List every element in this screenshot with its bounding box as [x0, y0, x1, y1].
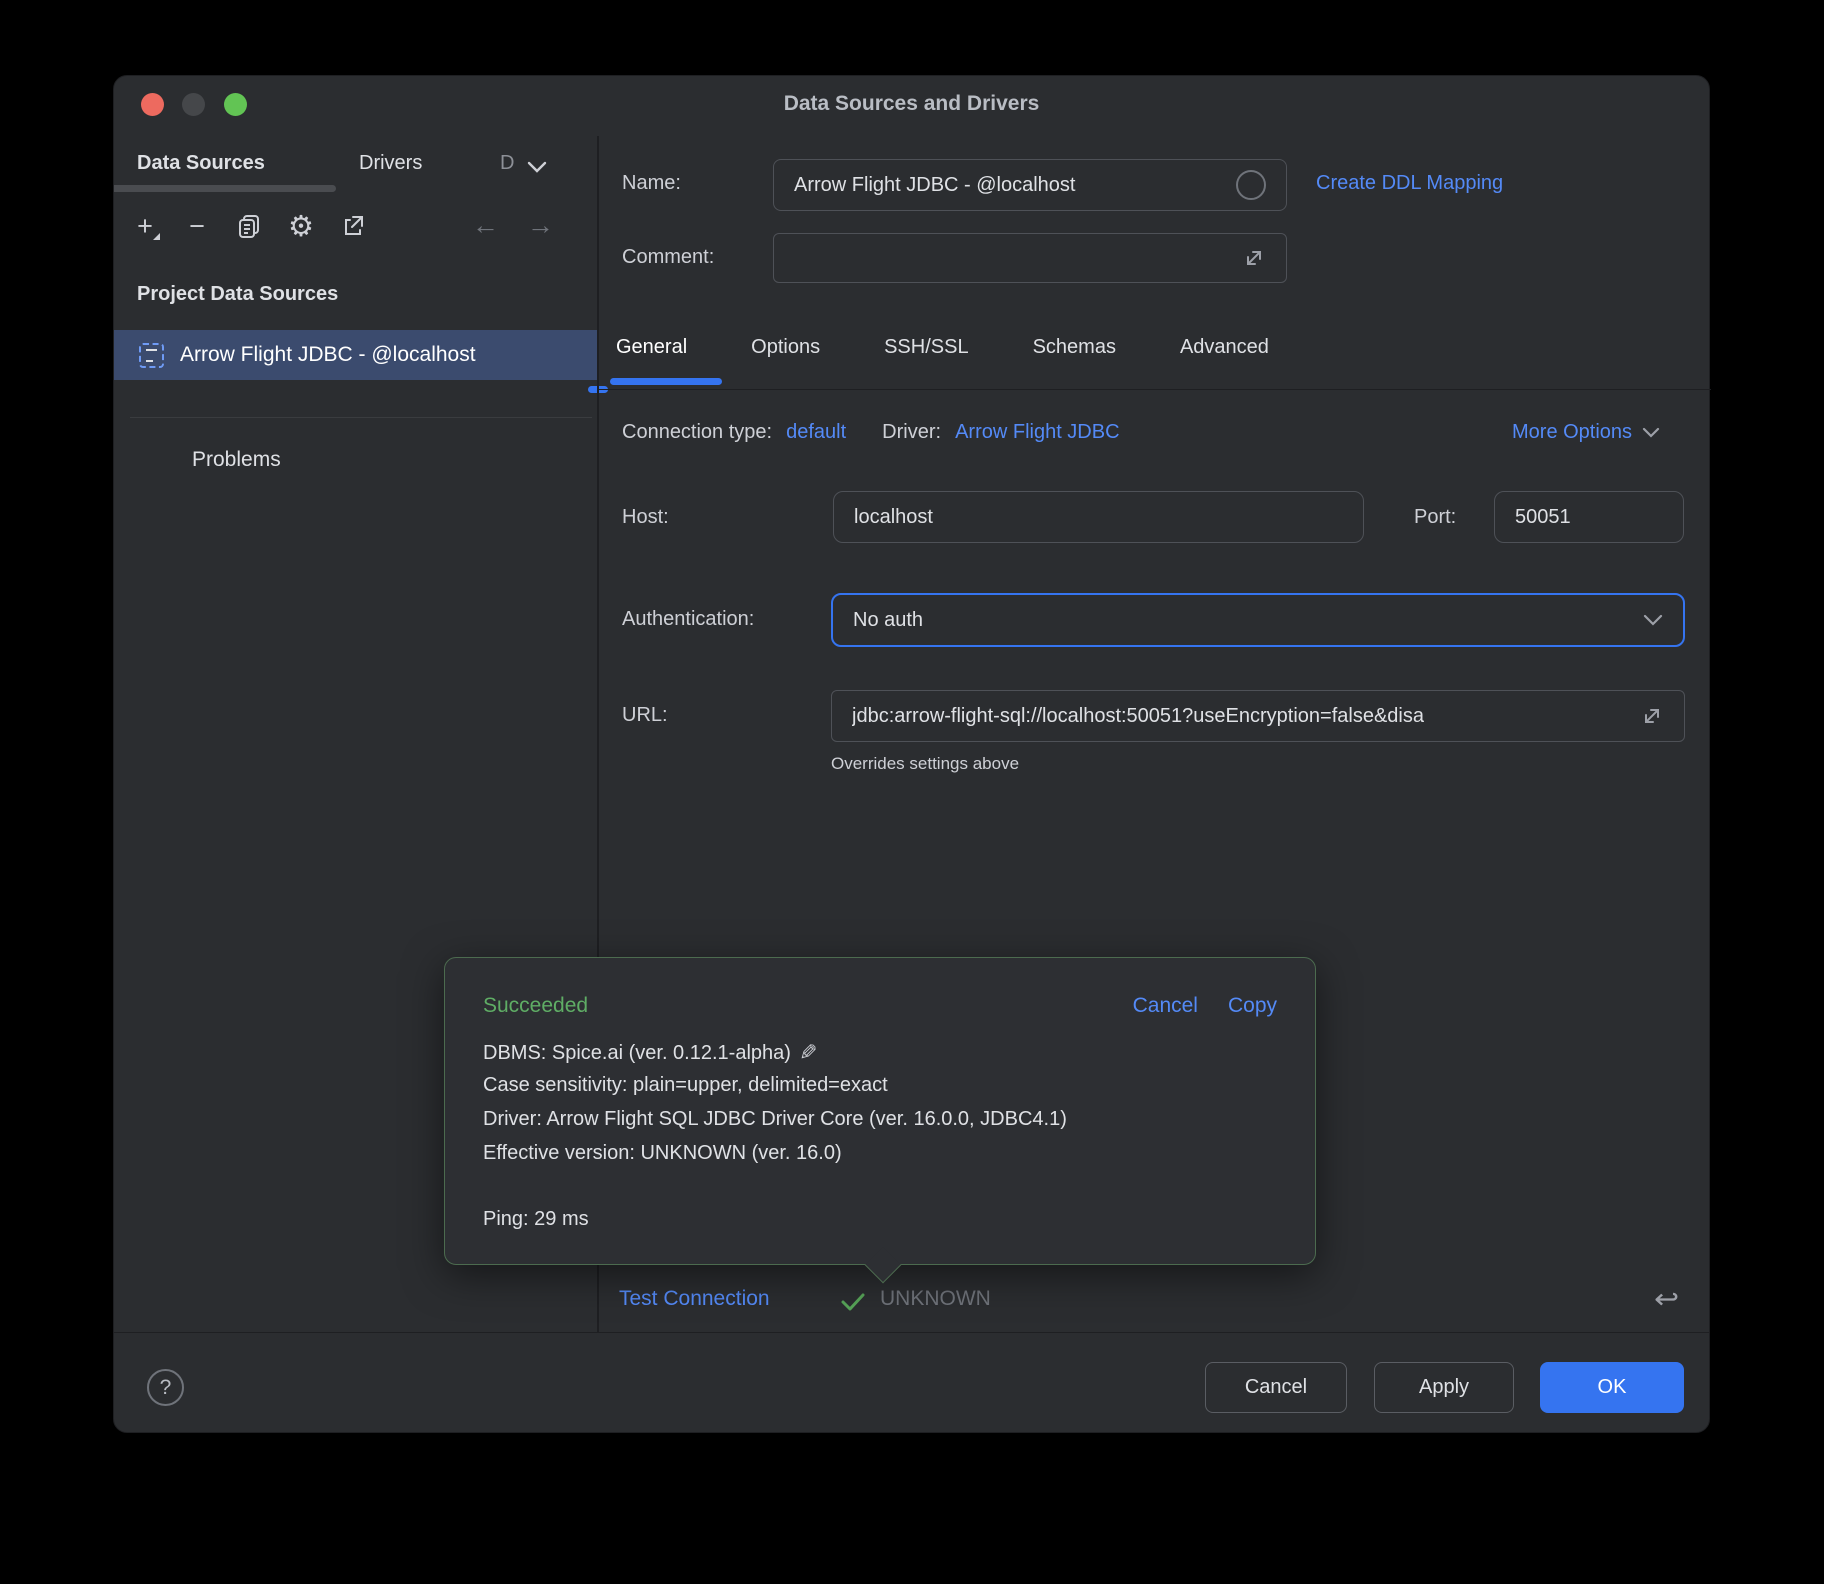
ok-button[interactable]: OK: [1540, 1362, 1684, 1413]
chevron-down-icon: [1643, 614, 1663, 627]
duplicate-icon[interactable]: [232, 209, 266, 243]
test-connection-popup: Succeeded Cancel Copy DBMS: Spice.ai (ve…: [444, 957, 1316, 1265]
chevron-down-icon: [1642, 427, 1660, 439]
export-icon[interactable]: [336, 209, 370, 243]
connection-type-value[interactable]: default: [786, 421, 846, 444]
url-input[interactable]: jdbc:arrow-flight-sql://localhost:50051?…: [831, 690, 1685, 742]
edit-pencil-icon[interactable]: ✎: [799, 1040, 817, 1066]
name-input[interactable]: Arrow Flight JDBC - @localhost: [773, 159, 1287, 211]
cancel-button[interactable]: Cancel: [1205, 1362, 1347, 1413]
test-result-text: UNKNOWN: [880, 1287, 991, 1311]
tab-schemas[interactable]: Schemas: [1027, 336, 1122, 359]
sidebar-divider: [130, 417, 592, 418]
create-ddl-mapping-link[interactable]: Create DDL Mapping: [1316, 172, 1503, 195]
back-icon[interactable]: ←: [472, 210, 499, 241]
host-value: localhost: [854, 506, 933, 529]
case-sensitivity-line: Case sensitivity: plain=upper, delimited…: [483, 1074, 888, 1097]
datasource-list-item-selected[interactable]: Arrow Flight JDBC - @localhost: [114, 330, 597, 380]
help-icon[interactable]: ?: [147, 1369, 184, 1406]
authentication-select[interactable]: No auth: [831, 593, 1685, 647]
comment-input[interactable]: [773, 233, 1287, 283]
port-value: 50051: [1515, 506, 1571, 529]
more-options-link[interactable]: More Options: [1512, 421, 1686, 444]
connection-type-row: Connection type: default Driver: Arrow F…: [622, 421, 1120, 444]
remove-icon[interactable]: −: [180, 209, 214, 243]
tab-drivers[interactable]: Drivers: [359, 152, 422, 175]
driver-label: Driver:: [882, 421, 941, 444]
forward-icon[interactable]: →: [527, 210, 554, 241]
more-options-label: More Options: [1512, 421, 1632, 444]
data-sources-dialog: Data Sources and Drivers Data Sources Dr…: [113, 75, 1710, 1433]
add-icon[interactable]: +: [128, 209, 162, 243]
tab-general[interactable]: General: [610, 336, 693, 359]
dialog-title: Data Sources and Drivers: [114, 92, 1709, 116]
connection-type-label: Connection type:: [622, 421, 772, 444]
success-check-icon: [839, 1290, 867, 1319]
loading-ring-icon: [1236, 170, 1266, 200]
status-succeeded: Succeeded: [483, 994, 588, 1018]
settings-tabs: General Options SSH/SSL Schemas Advanced: [610, 336, 1275, 359]
host-input[interactable]: localhost: [833, 491, 1364, 543]
popup-copy-link[interactable]: Copy: [1228, 994, 1277, 1018]
chevron-down-icon[interactable]: [526, 160, 548, 174]
tabs-divider: [599, 389, 1711, 390]
dbms-line: DBMS: Spice.ai (ver. 0.12.1-alpha): [483, 1042, 791, 1065]
tab-advanced[interactable]: Advanced: [1174, 336, 1275, 359]
popup-notch: [865, 1247, 902, 1284]
port-label: Port:: [1414, 506, 1456, 529]
tab-options[interactable]: Options: [745, 336, 826, 359]
datasource-toolbar: + − ⚙: [128, 208, 370, 244]
footer-divider: [114, 1332, 1709, 1333]
authentication-value: No auth: [853, 609, 923, 632]
project-data-sources-heading: Project Data Sources: [137, 283, 338, 306]
tab-ssh-ssl[interactable]: SSH/SSL: [878, 336, 974, 359]
problems-link[interactable]: Problems: [192, 448, 281, 472]
driver-line: Driver: Arrow Flight SQL JDBC Driver Cor…: [483, 1108, 1067, 1131]
url-value: jdbc:arrow-flight-sql://localhost:50051?…: [852, 705, 1424, 728]
comment-label: Comment:: [622, 246, 714, 269]
effective-version-line: Effective version: UNKNOWN (ver. 16.0): [483, 1142, 842, 1165]
test-connection-link[interactable]: Test Connection: [619, 1287, 770, 1311]
name-value: Arrow Flight JDBC - @localhost: [794, 174, 1075, 197]
tab-overflow[interactable]: D: [500, 152, 514, 175]
ping-line: Ping: 29 ms: [483, 1208, 589, 1231]
revert-icon[interactable]: ↩: [1654, 1284, 1679, 1316]
datasource-name: Arrow Flight JDBC - @localhost: [180, 343, 476, 367]
authentication-label: Authentication:: [622, 608, 754, 631]
tab-data-sources[interactable]: Data Sources: [137, 152, 265, 175]
driver-value-link[interactable]: Arrow Flight JDBC: [955, 421, 1119, 444]
add-dropdown-arrow: [153, 233, 160, 240]
port-input[interactable]: 50051: [1494, 491, 1684, 543]
host-label: Host:: [622, 506, 669, 529]
driver-icon: [139, 343, 164, 368]
settings-gear-icon[interactable]: ⚙: [284, 209, 318, 243]
active-tab-indicator: [114, 185, 336, 192]
active-settings-tab-indicator: [610, 378, 722, 385]
expand-icon[interactable]: [1242, 246, 1266, 270]
url-hint: Overrides settings above: [831, 754, 1019, 774]
popup-cancel-link[interactable]: Cancel: [1133, 994, 1198, 1018]
name-label: Name:: [622, 172, 681, 195]
apply-button[interactable]: Apply: [1374, 1362, 1514, 1413]
url-label: URL:: [622, 704, 668, 727]
expand-icon[interactable]: [1640, 704, 1664, 728]
